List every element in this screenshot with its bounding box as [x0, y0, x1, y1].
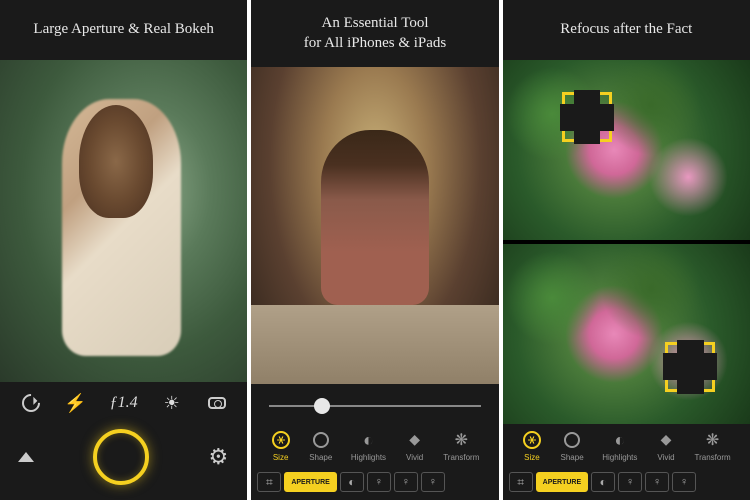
- tool-size[interactable]: Size: [271, 430, 291, 462]
- aperture-value[interactable]: ƒ1.4: [110, 394, 138, 412]
- screenshot-panel-2: An Essential Tool for All iPhones & iPad…: [251, 0, 498, 500]
- focus-indicator[interactable]: [562, 92, 612, 142]
- slider-row: [251, 384, 498, 424]
- flash-icon[interactable]: [65, 392, 87, 414]
- tabs-row: APERTURE: [503, 468, 750, 500]
- screenshot-panel-3: Refocus after the Fact Size Shape Highli…: [503, 0, 750, 500]
- tool-shape[interactable]: Shape: [309, 430, 332, 462]
- focus-indicator[interactable]: [665, 342, 715, 392]
- photo-preview-stack: [503, 60, 750, 424]
- tool-transform[interactable]: Transform: [695, 430, 731, 462]
- tab-lens[interactable]: [591, 472, 615, 492]
- expand-up-icon[interactable]: [18, 452, 34, 462]
- tab-aperture[interactable]: APERTURE: [536, 472, 589, 492]
- exposure-icon[interactable]: [161, 392, 183, 414]
- tools-row: Size Shape Highlights Vivid Transform: [251, 424, 498, 468]
- rotate-icon[interactable]: [20, 392, 42, 414]
- tab-lens[interactable]: [340, 472, 364, 492]
- panel-title: Refocus after the Fact: [503, 0, 750, 60]
- photo-preview[interactable]: [0, 60, 247, 382]
- tool-size[interactable]: Size: [522, 430, 542, 462]
- tool-transform[interactable]: Transform: [443, 430, 479, 462]
- tab-effect-1[interactable]: [618, 472, 642, 492]
- tool-highlights[interactable]: Highlights: [602, 430, 637, 462]
- photo-before[interactable]: [503, 60, 750, 240]
- tab-crop[interactable]: [509, 472, 533, 492]
- tabs-row: APERTURE: [251, 468, 498, 500]
- tab-effect-1[interactable]: [367, 472, 391, 492]
- aperture-slider[interactable]: [269, 396, 480, 416]
- camera-switch-icon[interactable]: [206, 392, 228, 414]
- shutter-row: [0, 419, 247, 500]
- shutter-button[interactable]: [93, 429, 149, 485]
- slider-thumb[interactable]: [314, 398, 330, 414]
- tool-shape[interactable]: Shape: [561, 430, 584, 462]
- tab-effect-2[interactable]: [394, 472, 418, 492]
- screenshot-panel-1: Large Aperture & Real Bokeh ƒ1.4: [0, 0, 247, 500]
- settings-icon[interactable]: [207, 446, 229, 468]
- tool-vivid[interactable]: Vivid: [656, 430, 676, 462]
- panel-title: An Essential Tool for All iPhones & iPad…: [251, 0, 498, 67]
- photo-preview[interactable]: [251, 67, 498, 384]
- tab-effect-3[interactable]: [421, 472, 445, 492]
- tab-effect-3[interactable]: [672, 472, 696, 492]
- tab-crop[interactable]: [257, 472, 281, 492]
- tab-aperture[interactable]: APERTURE: [284, 472, 337, 492]
- camera-controls-row: ƒ1.4: [0, 382, 247, 419]
- tab-effect-2[interactable]: [645, 472, 669, 492]
- tool-highlights[interactable]: Highlights: [351, 430, 386, 462]
- tool-vivid[interactable]: Vivid: [405, 430, 425, 462]
- panel-title: Large Aperture & Real Bokeh: [0, 0, 247, 60]
- photo-after[interactable]: [503, 244, 750, 424]
- tools-row: Size Shape Highlights Vivid Transform: [503, 424, 750, 468]
